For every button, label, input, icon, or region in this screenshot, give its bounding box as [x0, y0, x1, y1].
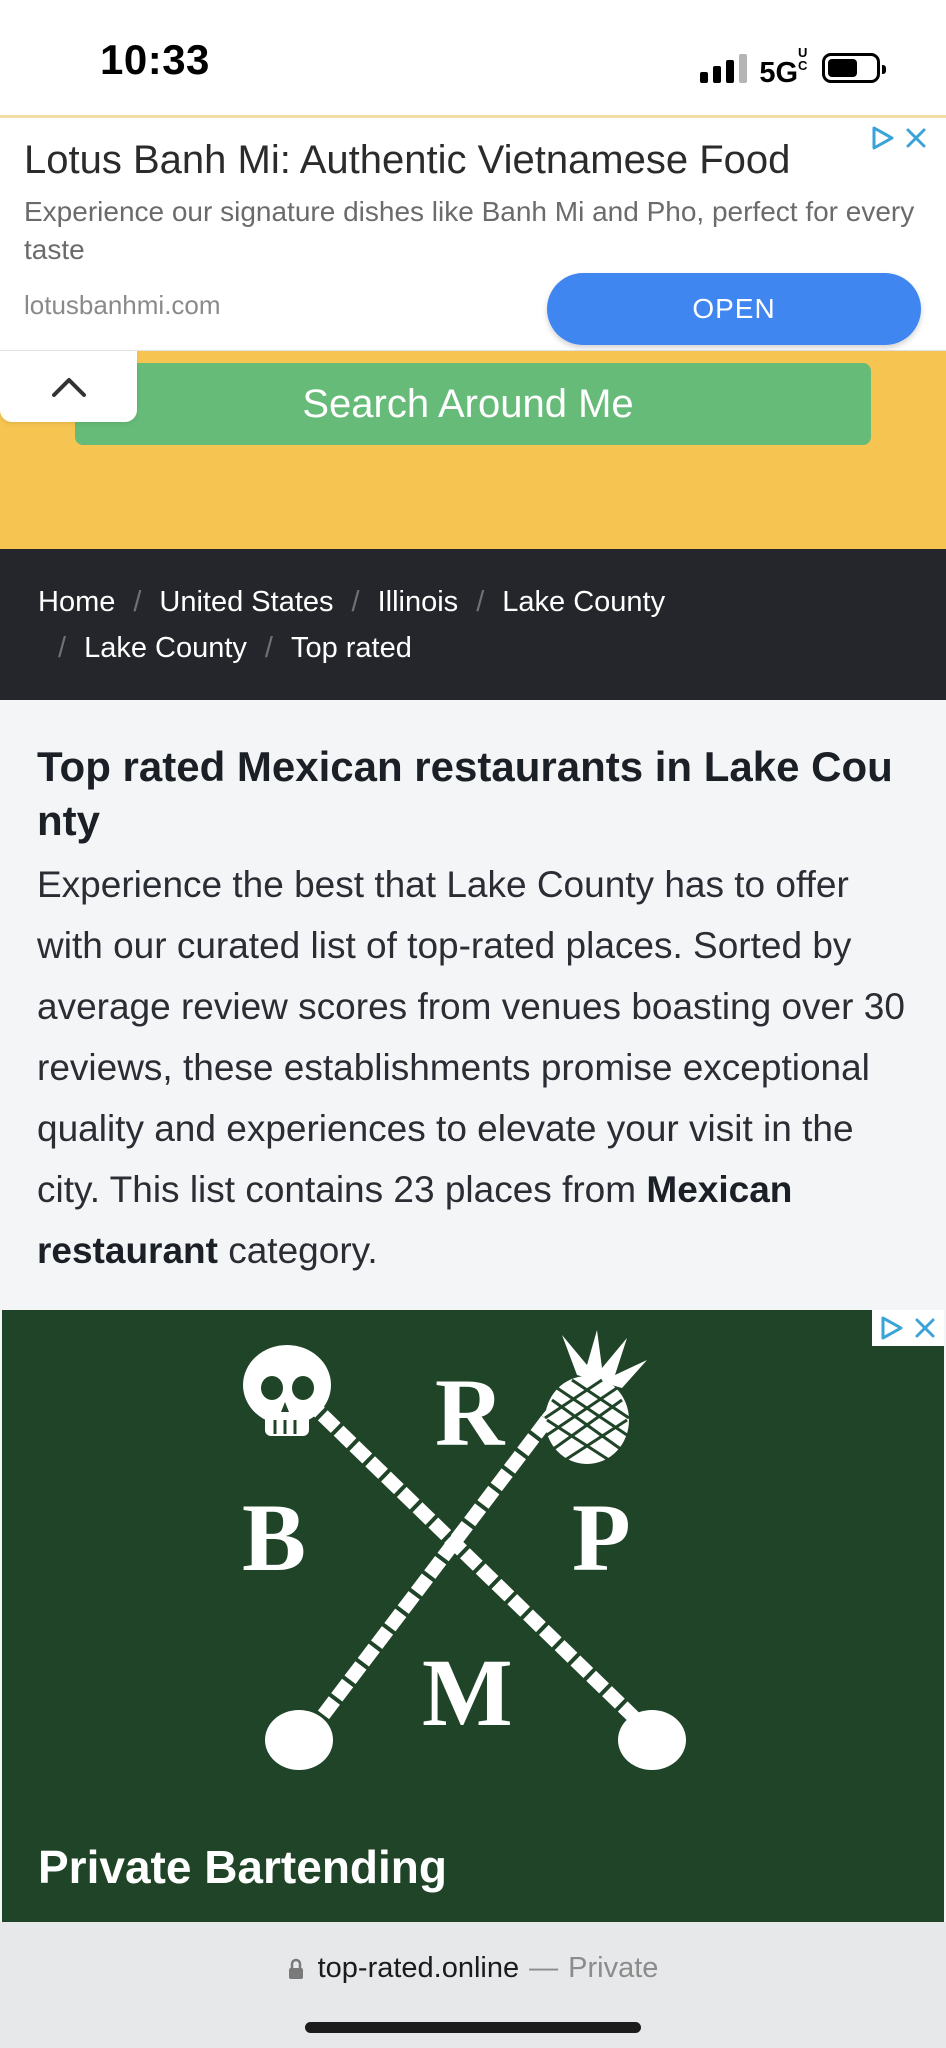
page-title: Top rated Mexican restaurants in Lake Co… — [37, 743, 893, 844]
home-indicator[interactable] — [305, 2022, 641, 2033]
breadcrumb-separator: / — [264, 631, 273, 664]
status-time: 10:33 — [100, 36, 210, 83]
breadcrumb-separator: / — [476, 585, 485, 618]
network-label: 5GUC — [759, 45, 808, 89]
spoon-bowl-right — [618, 1710, 686, 1770]
spoon-bowl-left — [265, 1710, 333, 1770]
breadcrumb-lake-county[interactable]: Lake County — [502, 586, 665, 619]
ad-controls — [868, 124, 930, 152]
close-icon[interactable] — [911, 1314, 939, 1342]
close-icon[interactable] — [902, 124, 930, 152]
skull-icon — [243, 1345, 331, 1436]
url-text[interactable]: top-rated.online — [318, 1952, 520, 1985]
search-around-me-button[interactable]: Search Around Me — [75, 363, 871, 445]
browser-address-bar[interactable]: top-rated.online — Private — [0, 1922, 946, 2048]
ad-controls — [872, 1310, 944, 1346]
breadcrumb-illinois[interactable]: Illinois — [378, 586, 459, 619]
intro-paragraph: Experience the best that Lake County has… — [37, 864, 905, 1271]
private-mode-label: Private — [568, 1952, 659, 1984]
logo-letter-r: R — [435, 1359, 506, 1466]
pineapple-icon — [544, 1330, 647, 1464]
collapse-ad-button[interactable] — [0, 351, 137, 422]
lock-icon — [288, 1958, 303, 1979]
breadcrumb: Home / United States / Illinois / Lake C… — [0, 549, 946, 700]
ad-description: Experience our signature dishes like Ban… — [24, 196, 915, 265]
battery-icon — [822, 53, 886, 83]
ad-title[interactable]: Lotus Banh Mi: Authentic Vietnamese Food — [24, 138, 894, 183]
main-content: Top rated Mexican restaurants in Lake Co… — [0, 700, 946, 1310]
url-display[interactable]: top-rated.online — Private — [0, 1952, 946, 1985]
breadcrumb-separator: / — [58, 631, 67, 664]
status-indicators: 5GUC — [700, 45, 886, 90]
breadcrumb-separator: / — [351, 585, 360, 618]
ad-open-button[interactable]: OPEN — [547, 273, 921, 345]
logo-letter-m: M — [422, 1639, 513, 1746]
url-dash: — — [529, 1952, 559, 1984]
breadcrumb-home[interactable]: Home — [38, 586, 115, 619]
breadcrumb-lake-county-city[interactable]: Lake County — [84, 632, 247, 665]
breadcrumb-united-states[interactable]: United States — [159, 586, 333, 619]
bartending-logo: R B P M — [242, 1330, 686, 1770]
search-hero: Search Around Me — [0, 351, 946, 549]
signal-strength-icon — [700, 53, 748, 83]
chevron-up-icon — [51, 377, 86, 397]
breadcrumb-top-rated: Top rated — [290, 631, 412, 664]
adchoices-icon[interactable] — [877, 1314, 905, 1342]
status-bar: 10:33 5GUC — [0, 0, 946, 115]
breadcrumb-separator: / — [133, 585, 142, 618]
ad-domain[interactable]: lotusbanhmi.com — [24, 290, 221, 321]
ad-banner-bartending[interactable]: R B P M Private Bartending — [2, 1310, 944, 1922]
adchoices-icon[interactable] — [868, 124, 896, 152]
logo-letter-p: P — [572, 1484, 631, 1591]
logo-letter-b: B — [242, 1484, 306, 1591]
ad-bartending-title[interactable]: Private Bartending — [38, 1840, 447, 1894]
ad-banner-top[interactable]: Lotus Banh Mi: Authentic Vietnamese Food… — [0, 115, 946, 351]
